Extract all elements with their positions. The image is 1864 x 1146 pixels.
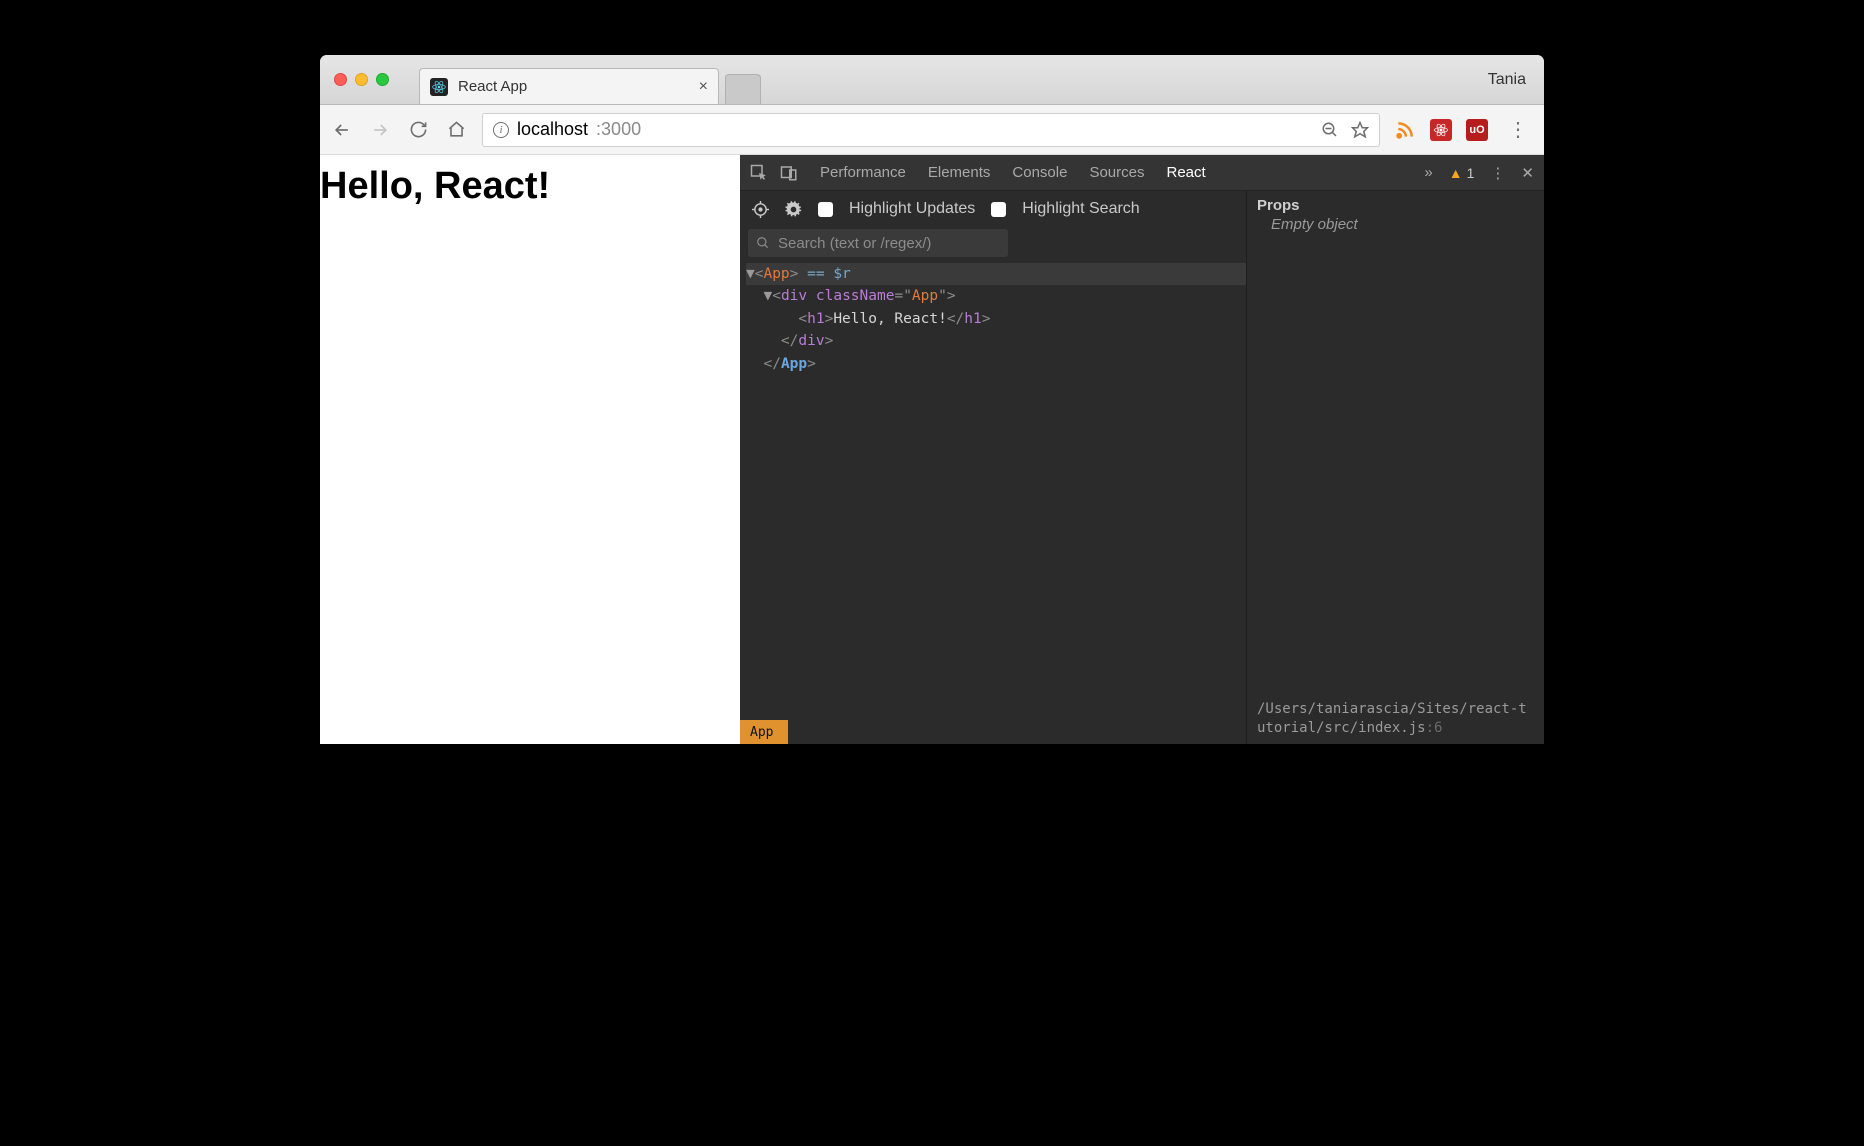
react-favicon-icon: [430, 78, 448, 96]
page-heading: Hello, React!: [320, 165, 740, 208]
browser-window: React App × Tania i localhost :3000: [320, 55, 1544, 744]
component-search-input[interactable]: Search (text or /regex/): [748, 229, 1008, 257]
reload-button[interactable]: [406, 120, 430, 139]
highlight-search-checkbox[interactable]: [991, 202, 1006, 217]
devtools-close-icon[interactable]: ✕: [1521, 164, 1534, 182]
devtools-panel: Performance Elements Console Sources Rea…: [740, 155, 1544, 744]
tree-row-app-close[interactable]: </App>: [746, 353, 1246, 375]
tab-title: React App: [458, 78, 527, 95]
device-toolbar-icon[interactable]: [780, 164, 798, 182]
props-empty: Empty object: [1257, 216, 1534, 233]
warning-count: 1: [1467, 165, 1475, 181]
breadcrumb[interactable]: App: [740, 720, 788, 744]
source-line: :6: [1426, 720, 1443, 736]
tab-elements[interactable]: Elements: [928, 164, 991, 181]
warnings-badge[interactable]: ▲ 1: [1449, 165, 1475, 181]
devtools-menu-icon[interactable]: ⋮: [1490, 164, 1505, 182]
close-window-button[interactable]: [334, 73, 347, 86]
site-info-icon[interactable]: i: [493, 122, 509, 138]
zoom-icon[interactable]: [1321, 121, 1339, 139]
react-devtools-extension-icon[interactable]: [1430, 119, 1452, 141]
page-viewport: Hello, React!: [320, 155, 740, 744]
titlebar: React App × Tania: [320, 55, 1544, 105]
tree-row-div-close[interactable]: </div>: [746, 330, 1246, 352]
tree-row-div[interactable]: ▼<div className="App">: [746, 285, 1246, 307]
highlight-updates-label: Highlight Updates: [849, 200, 975, 218]
window-controls: [334, 73, 389, 86]
browser-toolbar: i localhost :3000 uO ⋮: [320, 105, 1544, 155]
browser-menu-icon[interactable]: ⋮: [1508, 117, 1528, 142]
profile-name[interactable]: Tania: [1488, 71, 1526, 89]
props-panel: Props Empty object /Users/taniarascia/Si…: [1247, 191, 1544, 744]
search-icon: [756, 236, 770, 250]
props-header: Props: [1257, 197, 1534, 214]
inspect-element-icon[interactable]: [750, 164, 768, 182]
devtools-tabstrip: Performance Elements Console Sources Rea…: [740, 155, 1544, 191]
tab-performance[interactable]: Performance: [820, 164, 906, 181]
tab-sources[interactable]: Sources: [1089, 164, 1144, 181]
browser-tab-background[interactable]: [725, 74, 761, 104]
tabs-overflow-icon[interactable]: »: [1424, 164, 1432, 181]
devtools-body: Highlight Updates Highlight Search Searc…: [740, 191, 1544, 744]
tab-react[interactable]: React: [1166, 164, 1205, 181]
url-host: localhost: [517, 119, 588, 140]
source-path: /Users/taniarascia/Sites/react-tutorial/…: [1257, 700, 1534, 738]
maximize-window-button[interactable]: [376, 73, 389, 86]
url-port: :3000: [596, 119, 641, 140]
forward-button[interactable]: [368, 120, 392, 140]
warning-icon: ▲: [1449, 165, 1463, 181]
tab-console[interactable]: Console: [1012, 164, 1067, 181]
component-tree[interactable]: ▼<App> == $r ▼<div className="App"> <h1>…: [740, 263, 1246, 720]
minimize-window-button[interactable]: [355, 73, 368, 86]
omnibox-actions: [1321, 121, 1369, 139]
address-bar[interactable]: i localhost :3000: [482, 113, 1380, 147]
source-path-text: /Users/taniarascia/Sites/react-tutorial/…: [1257, 701, 1527, 736]
rss-extension-icon[interactable]: [1394, 119, 1416, 141]
content-area: Hello, React! Performance Elements Conso…: [320, 155, 1544, 744]
home-button[interactable]: [444, 120, 468, 139]
ublock-extension-icon[interactable]: uO: [1466, 119, 1488, 141]
highlight-updates-checkbox[interactable]: [818, 202, 833, 217]
tree-row-h1[interactable]: <h1>Hello, React!</h1>: [746, 308, 1246, 330]
browser-tab-active[interactable]: React App ×: [419, 68, 719, 104]
target-icon[interactable]: [752, 201, 769, 218]
highlight-search-label: Highlight Search: [1022, 200, 1139, 218]
search-placeholder: Search (text or /regex/): [778, 235, 931, 252]
tree-row-app[interactable]: ▼<App> == $r: [746, 263, 1246, 285]
tab-close-icon[interactable]: ×: [699, 78, 708, 96]
settings-gear-icon[interactable]: [785, 201, 802, 218]
back-button[interactable]: [330, 120, 354, 140]
react-toolbar: Highlight Updates Highlight Search: [740, 191, 1246, 227]
bookmark-star-icon[interactable]: [1351, 121, 1369, 139]
component-tree-column: Highlight Updates Highlight Search Searc…: [740, 191, 1247, 744]
